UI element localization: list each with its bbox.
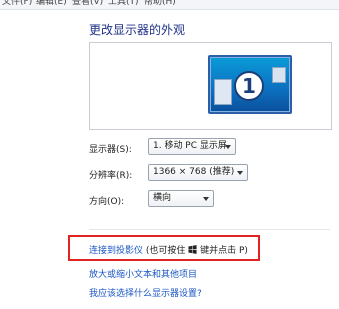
menu-bar: 文件(F) 编辑(E) 查看(V) 工具(T) 帮助(H) <box>0 0 339 10</box>
display-select-value: 1. 移动 PC 显示屏 <box>153 141 227 151</box>
resolution-select-value: 1366 × 768 (推荐) <box>153 167 235 177</box>
orientation-select[interactable]: 横向 <box>148 190 214 207</box>
resolution-label: 分辨率(R): <box>89 171 133 181</box>
projector-hint-prefix: (也可按住 <box>143 246 189 256</box>
section-divider <box>89 229 330 230</box>
text-size-link[interactable]: 放大或缩小文本和其他项目 <box>89 267 197 280</box>
menu-view[interactable]: 查看(V) <box>72 0 103 8</box>
window-thumbnail-icon <box>272 67 286 83</box>
windows-logo-icon <box>188 245 197 254</box>
menu-tools[interactable]: 工具(T) <box>108 0 139 8</box>
monitor-number-badge: 1 <box>234 71 264 101</box>
projector-link-row: 连接到投影仪 (也可按住 键并点击 P) <box>89 243 248 256</box>
display-label: 显示器(S): <box>89 145 132 155</box>
menu-help[interactable]: 帮助(H) <box>144 0 176 8</box>
monitor-preview-area[interactable]: 1 <box>89 42 332 130</box>
monitor-icon[interactable]: 1 <box>208 55 292 114</box>
screen-resolution-window: 文件(F) 编辑(E) 查看(V) 工具(T) 帮助(H) 更改显示器的外观 1… <box>0 0 339 309</box>
window-thumbnail-icon <box>214 79 232 105</box>
page-title: 更改显示器的外观 <box>89 23 186 37</box>
orientation-label: 方向(O): <box>89 197 125 207</box>
resolution-select[interactable]: 1366 × 768 (推荐) <box>148 164 248 181</box>
menu-file[interactable]: 文件(F) <box>2 0 32 8</box>
connect-projector-link[interactable]: 连接到投影仪 <box>89 246 143 256</box>
chevron-down-icon <box>225 145 231 149</box>
display-settings-help-link[interactable]: 我应该选择什么显示器设置? <box>89 286 202 299</box>
menu-edit[interactable]: 编辑(E) <box>36 0 67 8</box>
orientation-select-value: 横向 <box>153 193 172 203</box>
projector-hint-suffix: 键并点击 P) <box>197 246 248 256</box>
chevron-down-icon <box>237 171 243 175</box>
chevron-down-icon <box>203 197 209 201</box>
display-select[interactable]: 1. 移动 PC 显示屏 <box>148 138 236 155</box>
